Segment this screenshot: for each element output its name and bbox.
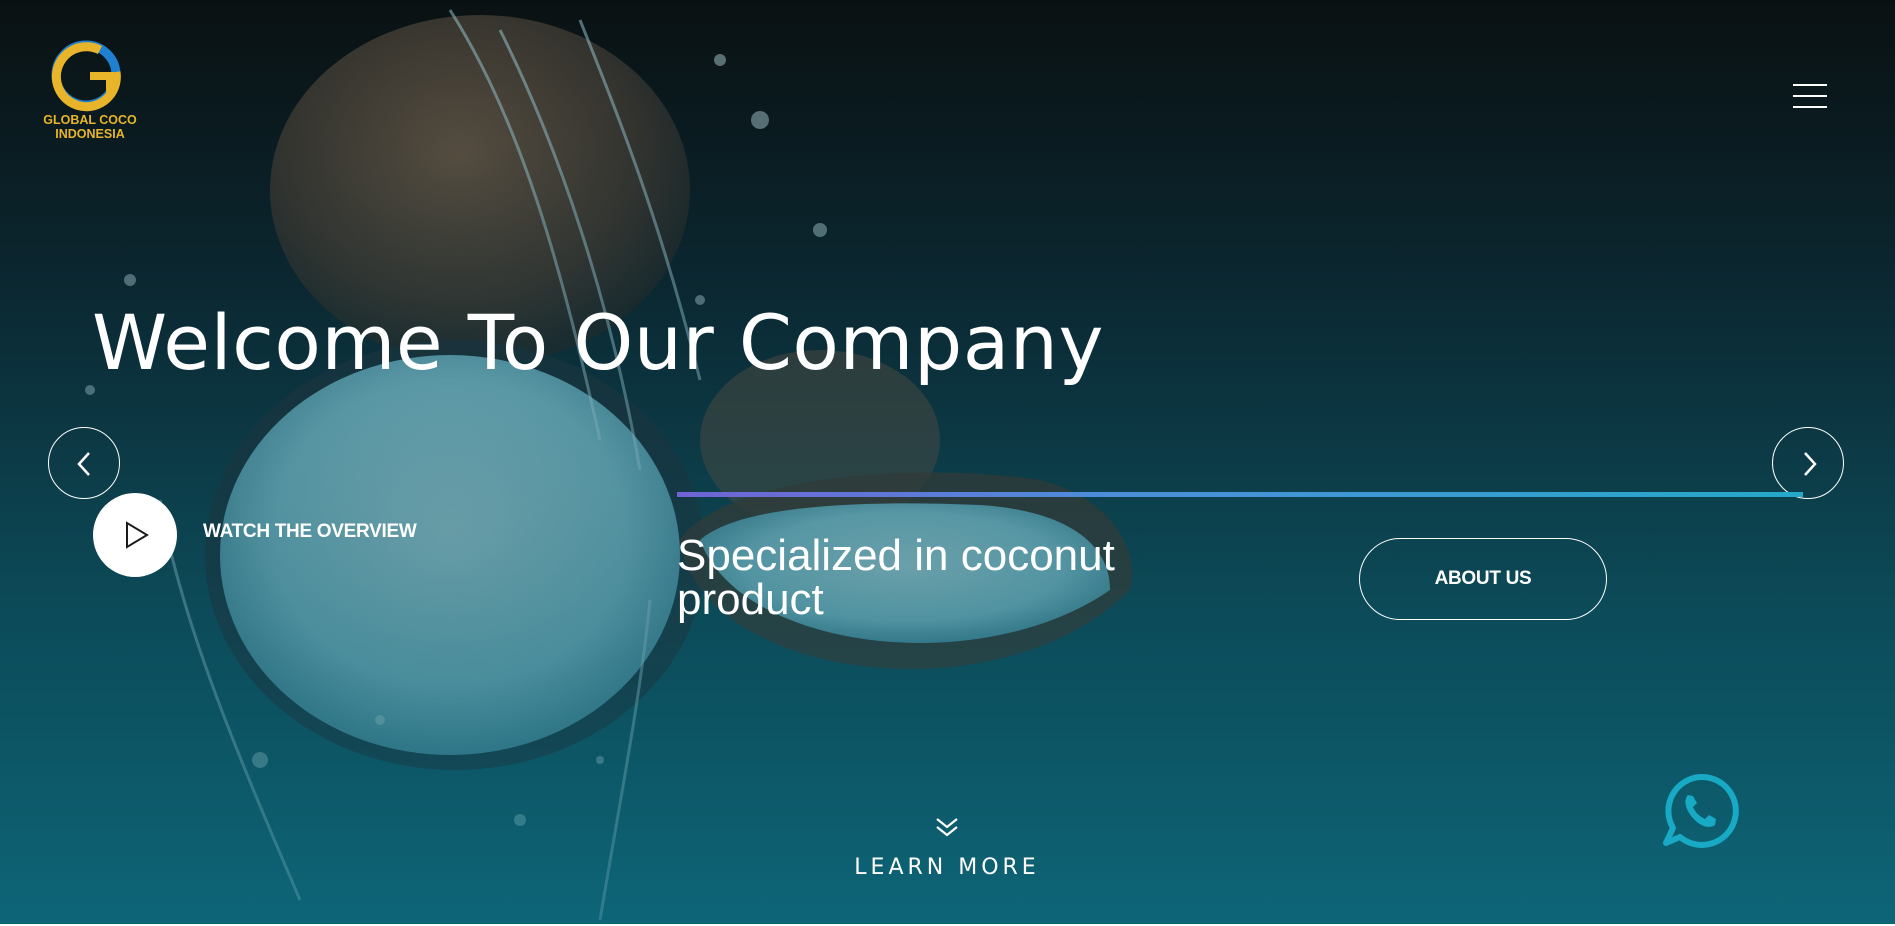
logo-text-line2: INDONESIA — [55, 127, 124, 141]
chevron-left-icon — [77, 452, 90, 476]
learn-more-link[interactable]: LEARN MORE — [847, 815, 1047, 887]
hero-background-image — [0, 0, 1895, 924]
slider-prev-button[interactable] — [48, 427, 120, 499]
hero-tagline: Specialized in coconut product — [677, 531, 1115, 624]
about-us-button[interactable]: ABOUT US — [1359, 538, 1607, 620]
hamburger-menu-icon[interactable] — [1793, 82, 1829, 110]
play-icon — [126, 521, 149, 549]
chevron-right-icon — [1804, 452, 1817, 476]
whatsapp-button[interactable] — [1660, 771, 1740, 851]
double-chevron-down-icon — [936, 818, 958, 837]
logo-text-line1: GLOBAL COCO — [43, 113, 137, 127]
learn-more-label: LEARN MORE — [854, 855, 1040, 880]
watch-overview-link[interactable]: WATCH THE OVERVIEW — [203, 521, 417, 543]
slider-next-button[interactable] — [1772, 427, 1844, 499]
hero-section: GLOBAL COCO INDONESIA Welcome To Our Com… — [0, 0, 1895, 924]
whatsapp-icon — [1663, 773, 1739, 848]
play-video-button[interactable] — [93, 493, 177, 577]
company-logo[interactable]: GLOBAL COCO INDONESIA — [40, 40, 140, 145]
slider-progress-line — [677, 492, 1803, 497]
hero-title: Welcome To Our Company — [92, 298, 1104, 387]
